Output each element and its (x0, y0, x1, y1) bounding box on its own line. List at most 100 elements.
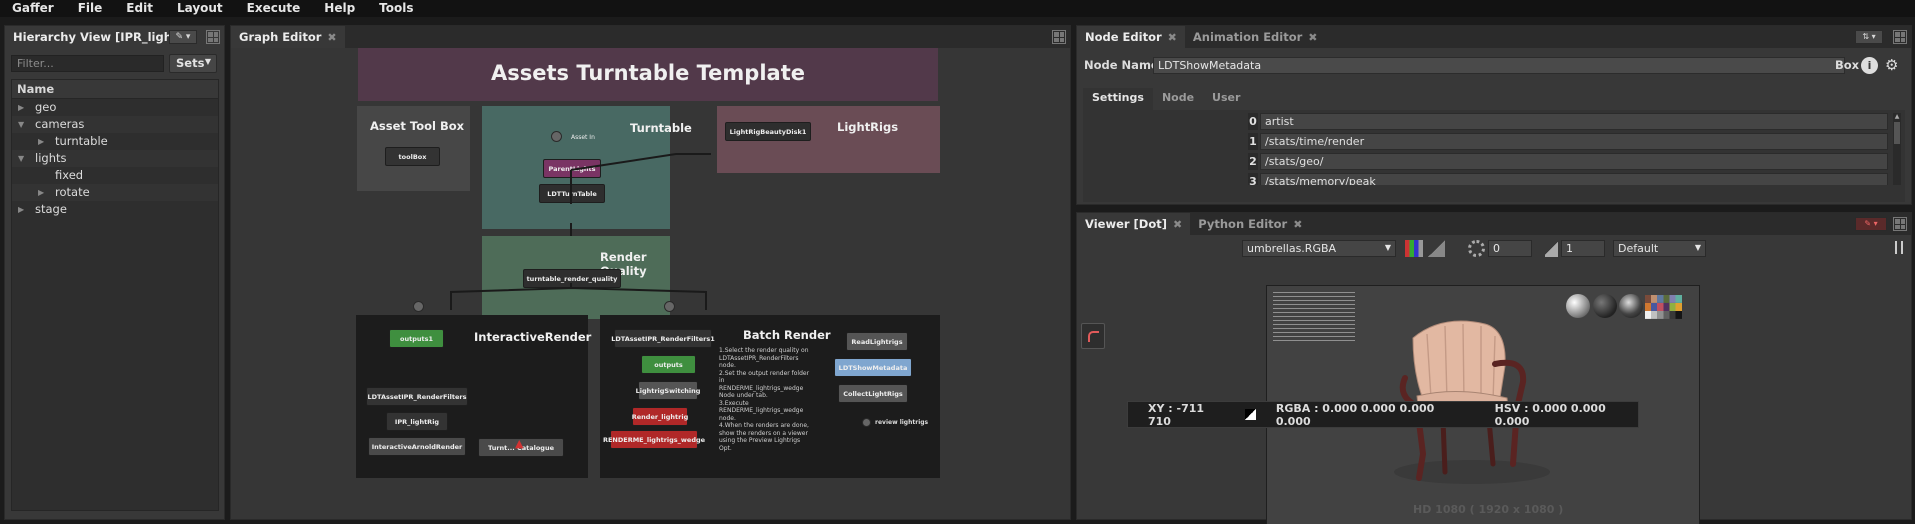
backdrop-interactive-render[interactable]: InteractiveRender outputs1 LDTAssetIPR_R… (356, 315, 591, 478)
close-icon[interactable]: ✖ (327, 31, 336, 44)
menu-file[interactable]: File (66, 0, 115, 17)
pause-icon[interactable] (1895, 241, 1903, 254)
node-outputs[interactable]: outputs (641, 355, 696, 374)
node-name-field[interactable]: LDTShowMetadata (1153, 57, 1845, 74)
rgb-channels-icon[interactable] (1405, 240, 1423, 257)
node-read-lightrigs[interactable]: ReadLightrigs (846, 332, 908, 351)
menu-edit[interactable]: Edit (114, 0, 165, 17)
node-render-lightrig[interactable]: Render_lightrig (632, 407, 688, 426)
rgba-readout: RGBA : 0.000 0.000 0.000 0.000 (1275, 401, 1435, 428)
node-interactive-arnold[interactable]: InteractiveArnoldRender (368, 437, 466, 456)
vector-value[interactable]: /stats/time/render (1260, 133, 1888, 150)
menu-help[interactable]: Help (312, 0, 367, 17)
node-ipr-lightrig[interactable]: IPR_lightRig (386, 412, 448, 431)
tree-row-rotate[interactable]: ▶ rotate (12, 184, 218, 201)
layout-grid-icon[interactable] (1052, 30, 1066, 44)
node-label: CollectLightRigs (843, 389, 903, 398)
expand-arrow-icon[interactable]: ▶ (38, 184, 44, 201)
chevron-down-icon: ▼ (204, 57, 211, 66)
subtab-node[interactable]: Node (1153, 88, 1203, 110)
node-catalogue[interactable]: Turnt... Catalogue ▲ (478, 437, 564, 457)
note-line: 2.Set the output render folder in (719, 369, 810, 385)
scroll-up-icon[interactable]: ▲ (1893, 113, 1901, 120)
vector-row[interactable]: 3 /stats/memory/peak (1248, 173, 1888, 185)
tab-viewer[interactable]: Viewer [Dot] ✖ (1077, 213, 1191, 235)
node-label: IPR_lightRig (394, 417, 440, 426)
graph-canvas[interactable]: Assets Turntable Template Asset Tool Box… (231, 48, 1070, 519)
sets-dropdown[interactable]: Sets ▼ (169, 54, 217, 73)
viewer-pin-button[interactable]: ✎ ▾ (1855, 217, 1887, 231)
node-outputs1[interactable]: outputs1 (389, 329, 444, 348)
tree-label: rotate (55, 185, 90, 199)
vector-value[interactable]: /stats/memory/peak (1260, 173, 1888, 185)
vector-row[interactable]: 2 /stats/geo/ (1248, 153, 1888, 170)
close-icon[interactable]: ✖ (1168, 31, 1177, 44)
editor-options-button[interactable]: ⇅ ▾ (1855, 30, 1883, 44)
node-show-metadata[interactable]: LDTShowMetadata (834, 358, 912, 377)
expand-arrow-icon[interactable]: ▶ (18, 201, 24, 218)
layout-grid-icon[interactable] (1893, 217, 1907, 231)
tree-row-fixed[interactable]: fixed (12, 167, 218, 184)
display-transform-dropdown[interactable]: Default ▼ (1613, 240, 1706, 257)
close-icon[interactable]: ✖ (1293, 218, 1302, 231)
clipping-toggle-icon[interactable] (1428, 240, 1445, 257)
scroll-thumb[interactable] (1894, 122, 1900, 144)
vector-row[interactable]: 1 /stats/time/render (1248, 133, 1888, 150)
filter-input[interactable]: Filter... (11, 55, 164, 72)
pin-icon: ✎ ▾ (175, 32, 191, 42)
node-label: LDTAssetIPR_RenderFilters (367, 392, 467, 401)
tree-row-stage[interactable]: ▶ stage (12, 201, 218, 218)
review-lightrigs-dot[interactable] (862, 418, 871, 427)
tree-row-lights[interactable]: ▼ lights (12, 150, 218, 167)
node-label: RENDERME_lightrigs_wedge (602, 435, 706, 444)
gear-icon[interactable]: ⚙ (1885, 56, 1898, 74)
vector-value[interactable]: artist (1260, 113, 1888, 130)
menu-execute[interactable]: Execute (235, 0, 313, 17)
close-icon[interactable]: ✖ (1173, 218, 1182, 231)
node-lightrig-switching[interactable]: LightrigSwitching (636, 381, 700, 400)
tab-node-editor[interactable]: Node Editor ✖ (1077, 26, 1185, 48)
tree-row-geo[interactable]: ▶ geo (12, 99, 218, 116)
tab-graph-editor[interactable]: Graph Editor ✖ (231, 26, 345, 48)
tree-row-cameras[interactable]: ▼ cameras (12, 116, 218, 133)
expand-arrow-icon[interactable]: ▶ (18, 99, 24, 116)
vector-row[interactable]: 0 artist (1248, 113, 1888, 130)
menu-layout[interactable]: Layout (165, 0, 235, 17)
menu-tools[interactable]: Tools (367, 0, 425, 17)
collapse-arrow-icon[interactable]: ▼ (18, 116, 24, 133)
display-transform-label: Default (1618, 242, 1659, 255)
node-ipr-filters[interactable]: LDTAssetIPR_RenderFilters (366, 387, 468, 406)
info-icon[interactable]: i (1861, 57, 1878, 74)
close-icon[interactable]: ✖ (1308, 31, 1317, 44)
pin-button[interactable]: ✎ ▾ (169, 30, 197, 44)
tab-animation-editor[interactable]: Animation Editor ✖ (1185, 26, 1326, 48)
node-collect-lightrigs[interactable]: CollectLightRigs (838, 384, 908, 403)
tree-row-turntable[interactable]: ▶ turntable (12, 133, 218, 150)
vector-scrollbar[interactable]: ▲ (1893, 113, 1901, 185)
batch-instructions: 1.Select the render quality on LDTAssetI… (719, 347, 814, 452)
subtab-user[interactable]: User (1203, 88, 1249, 110)
exposure-field[interactable]: 0 (1488, 240, 1532, 257)
batch-branch-plug[interactable] (664, 301, 675, 312)
channel-dropdown[interactable]: umbrellas.RGBA ▼ (1242, 240, 1396, 257)
backdrop-batch-render[interactable]: Batch Render LDTAssetIPR_RenderFilters1 … (600, 315, 940, 478)
gamma-field[interactable]: 1 (1561, 240, 1605, 257)
layout-grid-icon[interactable] (206, 30, 220, 44)
chevron-down-icon: ▼ (1384, 243, 1391, 252)
expand-arrow-icon[interactable]: ▶ (38, 133, 44, 150)
tab-hierarchy-view[interactable]: Hierarchy View [IPR_lightR (5, 26, 195, 48)
node-render-me[interactable]: RENDERME_lightrigs_wedge (603, 430, 705, 449)
tab-hierarchy-label: Hierarchy View [IPR_lightR (13, 30, 187, 44)
tab-python-editor[interactable]: Python Editor ✖ (1190, 213, 1310, 235)
color-sample-swatch (1245, 409, 1256, 420)
vector-value[interactable]: /stats/geo/ (1260, 153, 1888, 170)
render-branch-plug[interactable] (413, 301, 424, 312)
node-batch-filters[interactable]: LDTAssetIPR_RenderFilters1 (611, 329, 715, 348)
menu-gaffer[interactable]: Gaffer (0, 0, 66, 17)
subtab-settings[interactable]: Settings (1083, 88, 1153, 110)
tree-label: turntable (55, 134, 108, 148)
collapse-arrow-icon[interactable]: ▼ (18, 150, 24, 167)
layout-grid-icon[interactable] (1893, 30, 1907, 44)
options-icon: ⇅ ▾ (1862, 32, 1876, 41)
crop-tool-button[interactable] (1081, 323, 1105, 349)
